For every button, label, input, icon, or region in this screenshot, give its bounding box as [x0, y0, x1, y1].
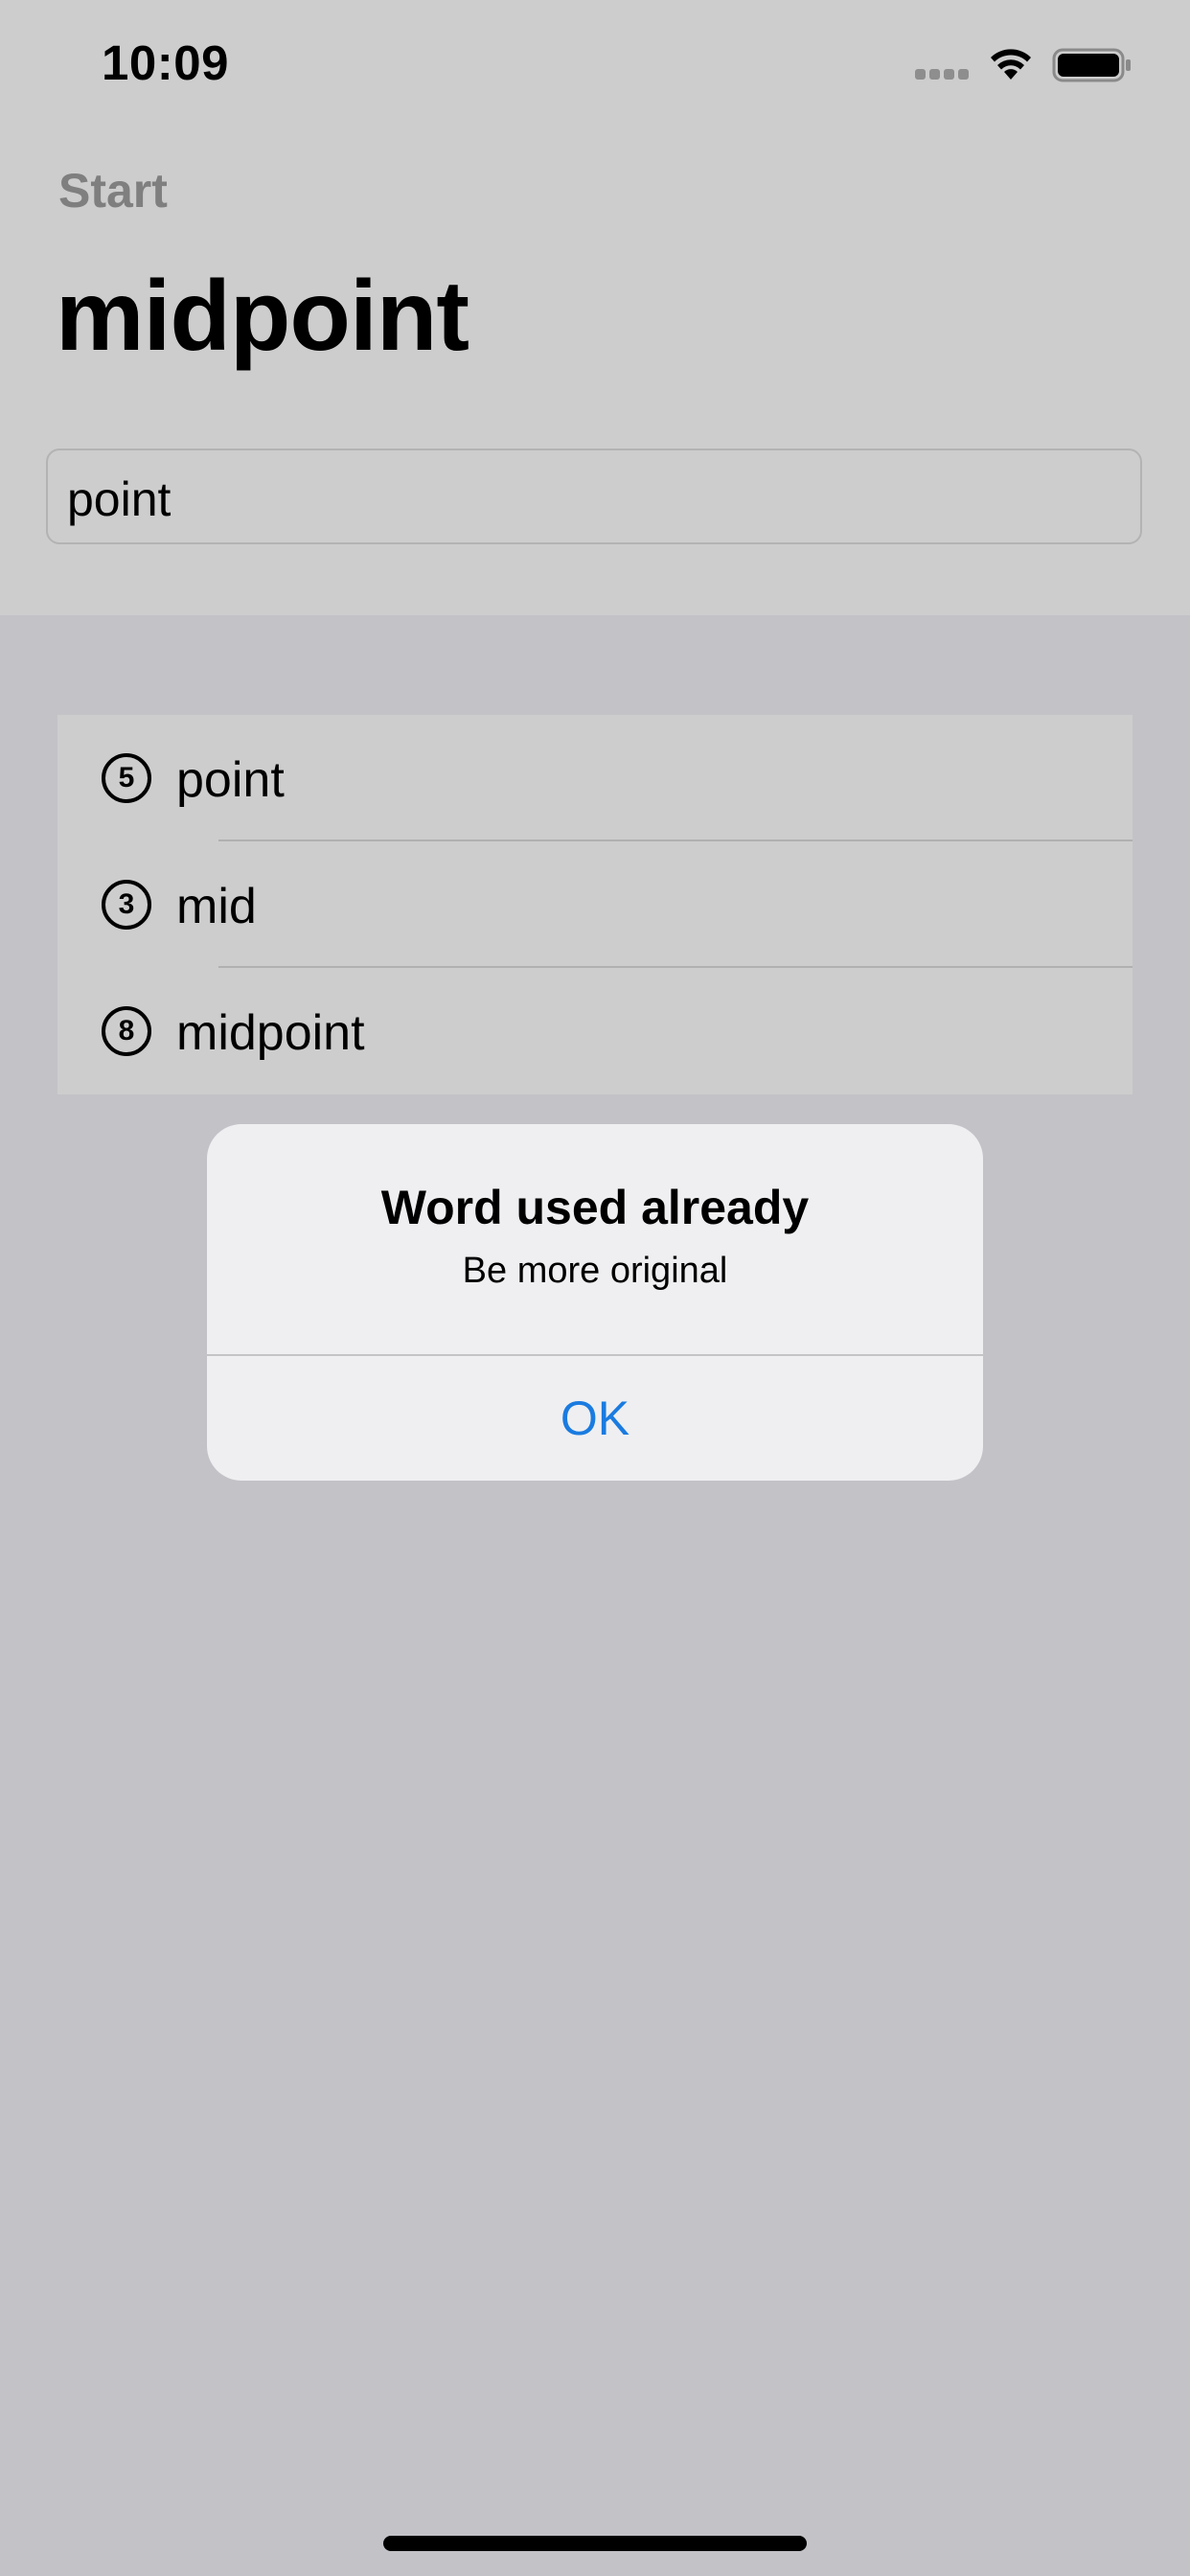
- word-input-value: point: [67, 472, 172, 526]
- alert-title: Word used already: [380, 1181, 810, 1234]
- alert-message: Be more original: [462, 1251, 728, 1291]
- used-words-list: 5 point 3 mid 8 midpoint: [57, 715, 1133, 1094]
- page-title: midpoint: [56, 261, 469, 372]
- letter-count-5-icon: 5: [102, 753, 151, 803]
- battery-icon: [1052, 48, 1131, 82]
- alert-dialog: Word used already Be more original OK: [207, 1124, 983, 1481]
- list-item-word: mid: [176, 879, 257, 934]
- list-item[interactable]: 5 point: [57, 715, 1133, 841]
- letter-count-8-icon: 8: [102, 1006, 151, 1056]
- list-item[interactable]: 3 mid: [57, 841, 1133, 968]
- start-back-button[interactable]: Start: [58, 163, 168, 218]
- wifi-icon: [991, 49, 1031, 80]
- list-item-word: midpoint: [176, 1005, 365, 1061]
- navigation-area: 10:09 Start midpoint point: [0, 0, 1190, 615]
- cellular-signal-icon: [915, 69, 971, 80]
- ok-button[interactable]: OK: [207, 1356, 983, 1481]
- list-item[interactable]: 8 midpoint: [57, 968, 1133, 1094]
- letter-count-3-icon: 3: [102, 880, 151, 930]
- status-time: 10:09: [102, 35, 229, 90]
- list-item-word: point: [176, 752, 285, 808]
- word-input[interactable]: point: [46, 448, 1142, 544]
- home-indicator[interactable]: [383, 2536, 807, 2551]
